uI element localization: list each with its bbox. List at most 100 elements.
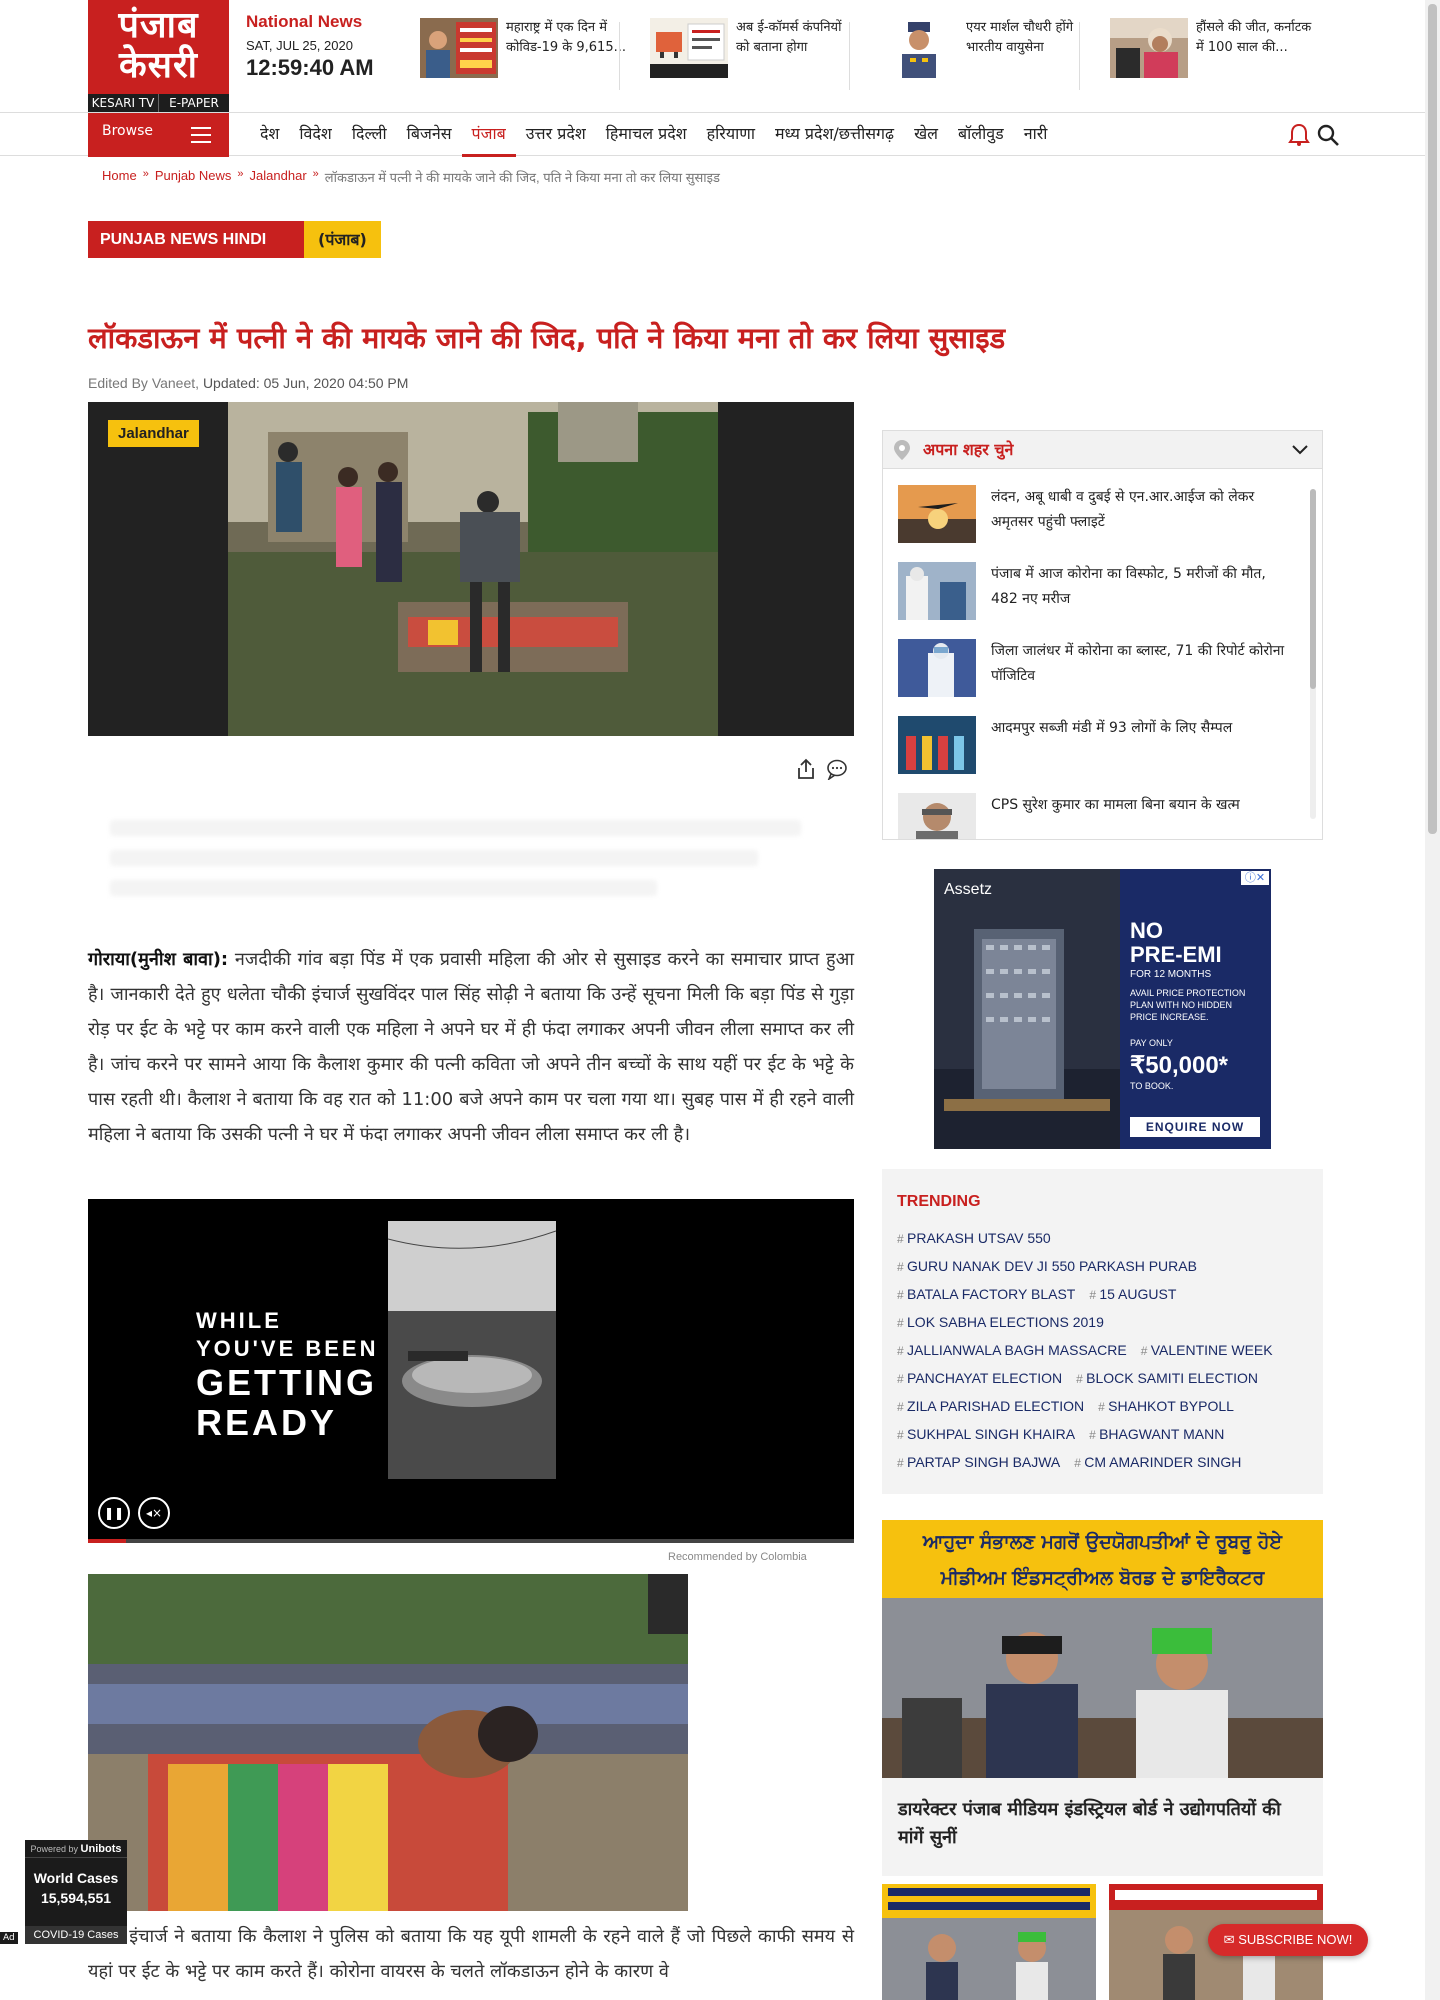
nav-item-punjab[interactable]: पंजाब	[461, 113, 516, 157]
top-story-2[interactable]: अब ई-कॉमर्स कंपनियों को बताना होगा	[650, 18, 856, 90]
search-icon[interactable]	[1316, 123, 1340, 147]
top-story-text: एयर मार्शल चौधरी होंगे भारतीय वायुसेना	[966, 20, 1074, 55]
news-title: CPS सुरेश कुमार का मामला बिना बयान के खत…	[991, 797, 1240, 813]
notification-bell-icon[interactable]	[1288, 123, 1310, 147]
news-thumbnail	[898, 485, 976, 543]
site-logo[interactable]: पंजाब केसरी KESARI TV E-PAPER	[88, 0, 229, 112]
trending-tag[interactable]: SHAHKOT BYPOLL	[1098, 1393, 1234, 1421]
nav-item-madhya-pradesh[interactable]: मध्य प्रदेश/छत्तीसगढ़	[765, 113, 904, 157]
subscribe-button[interactable]: ✉ SUBSCRIBE NOW!	[1208, 1924, 1368, 1956]
city-list-scrollbar[interactable]	[1310, 489, 1316, 819]
breadcrumb-home[interactable]: Home	[102, 168, 137, 186]
browse-menu-button[interactable]: Browse	[88, 113, 229, 157]
trending-tag[interactable]: CM AMARINDER SINGH	[1074, 1449, 1241, 1477]
list-item[interactable]: आदमपुर सब्जी मंडी में 93 लोगों के लिए सै…	[898, 716, 1298, 792]
video-card-caption: डायरेक्टर पंजाब मीडियम इंडस्ट्रियल बोर्ड…	[898, 1799, 1281, 1848]
nav-item-khel[interactable]: खेल	[904, 113, 948, 157]
trending-tag[interactable]: GURU NANAK DEV JI 550 PARKASH PURAB	[897, 1253, 1197, 1281]
nav-item-videsh[interactable]: विदेश	[289, 113, 341, 157]
edited-by: Edited By Vaneet,	[88, 375, 200, 391]
trending-tag[interactable]: BHAGWANT MANN	[1089, 1421, 1224, 1449]
news-title: आदमपुर सब्जी मंडी में 93 लोगों के लिए सै…	[991, 720, 1233, 736]
banner-line-2: ਮੀਡੀਅਮ ਇੰਡਸਟ੍ਰੀਅਲ ਬੋਰਡ ਦੇ ਡਾਇਰੈਕਟਰ	[940, 1567, 1265, 1589]
top-story-text: महाराष्ट्र में एक दिन में कोविड-19 के 9,…	[506, 20, 626, 55]
nav-icons	[1288, 123, 1340, 147]
banner-line-1: ਆਹੁਦਾ ਸੰਭਾਲਣ ਮਗਰੋਂ ਉਦਯੋਗਪਤੀਆਂ ਦੇ ਰੂਬਰੂ ਹ…	[922, 1531, 1283, 1553]
ad-enquire-button[interactable]: ENQUIRE NOW	[1130, 1117, 1260, 1137]
sidebar-video-card[interactable]: ਆਹੁਦਾ ਸੰਭਾਲਣ ਮਗਰੋਂ ਉਦਯੋਗਪਤੀਆਂ ਦੇ ਰੂਬਰੂ ਹ…	[882, 1520, 1323, 1876]
top-story-4[interactable]: हौंसले की जीत, कर्नाटक में 100 साल की...	[1110, 18, 1316, 90]
nav-item-delhi[interactable]: दिल्ली	[342, 113, 397, 157]
top-story-text: हौंसले की जीत, कर्नाटक में 100 साल की...	[1196, 20, 1312, 55]
breadcrumb-city[interactable]: Jalandhar	[250, 168, 307, 186]
trending-tag[interactable]: SUKHPAL SINGH KHAIRA	[897, 1421, 1075, 1449]
trending-tag[interactable]: BLOCK SAMITI ELECTION	[1076, 1365, 1258, 1393]
nav-item-business[interactable]: बिजनेस	[397, 113, 462, 157]
national-news-title[interactable]: National News	[246, 12, 396, 32]
trending-tag[interactable]: VALENTINE WEEK	[1141, 1337, 1273, 1365]
video-card-photo	[882, 1598, 1323, 1778]
nav-item-nari[interactable]: नारी	[1014, 113, 1058, 157]
ad-brand: Assetz	[944, 881, 993, 898]
article-paragraph-2: चौकी इंचार्ज ने बताया कि कैलाश ने पुलिस …	[88, 1926, 854, 1982]
list-item[interactable]: जिला जालंधर में कोरोना का ब्लास्ट, 71 की…	[898, 639, 1298, 715]
nav-item-himachal[interactable]: हिमाचल प्रदेश	[596, 113, 697, 157]
ad-close-icon[interactable]: ⓘ✕	[1241, 871, 1269, 885]
nav-item-desh[interactable]: देश	[250, 113, 289, 157]
article-headline: लॉकडाऊन में पत्नी ने की मायके जाने की जि…	[88, 321, 1006, 355]
main-navbar: Browse देश विदेश दिल्ली बिजनेस पंजाब उत्…	[0, 112, 1425, 157]
list-item[interactable]: पंजाब में आज कोरोना का विस्फोट, 5 मरीजों…	[898, 562, 1298, 638]
ad-price: ₹50,000*	[1130, 1052, 1229, 1079]
chevron-right-icon: »	[142, 168, 149, 180]
covid-widget[interactable]: Powered by Unibots World Cases 15,594,55…	[25, 1840, 127, 1944]
logo-line-2: केसरी	[118, 45, 199, 86]
news-thumbnail	[898, 793, 976, 839]
epaper-link[interactable]: E-PAPER	[159, 94, 229, 112]
breadcrumb: Home » Punjab News » Jalandhar » लॉकडाऊन…	[102, 168, 720, 186]
trending-tag[interactable]: ZILA PARISHAD ELECTION	[897, 1393, 1084, 1421]
city-select-dropdown[interactable]: अपना शहर चुने	[883, 431, 1322, 469]
trending-tag[interactable]: PARTAP SINGH BAJWA	[897, 1449, 1060, 1477]
trending-tag[interactable]: BATALA FACTORY BLAST	[897, 1281, 1075, 1309]
list-item[interactable]: CPS सुरेश कुमार का मामला बिना बयान के खत…	[898, 793, 1298, 839]
top-story-thumbnail	[420, 18, 498, 78]
trending-tag[interactable]: PRAKASH UTSAV 550	[897, 1225, 1051, 1253]
nav-item-bollywood[interactable]: बॉलीवुड	[948, 113, 1014, 157]
list-item[interactable]: लंदन, अबू धाबी व दुबई से एन.आर.आईज को ले…	[898, 485, 1298, 561]
category-english[interactable]: PUNJAB NEWS HINDI	[88, 221, 304, 258]
top-story-text: अब ई-कॉमर्स कंपनियों को बताना होगा	[736, 20, 842, 55]
top-story-1[interactable]: महाराष्ट्र में एक दिन में कोविड-19 के 9,…	[420, 18, 626, 90]
comment-icon[interactable]	[826, 758, 848, 780]
mini-video-card-1[interactable]	[882, 1884, 1096, 2000]
top-header: पंजाब केसरी KESARI TV E-PAPER National N…	[0, 0, 1425, 112]
video-player[interactable]: WHILE YOU'VE BEEN GETTING READY ❚❚ ◂×	[88, 1199, 854, 1543]
breadcrumb-punjab[interactable]: Punjab News	[155, 168, 232, 186]
sidebar-advertisement[interactable]: Assetz NO PRE-EMI FOR 12 MONTHS AVAIL PR…	[934, 869, 1271, 1149]
unibots-brand: Unibots	[80, 1843, 122, 1855]
top-story-thumbnail	[650, 18, 728, 78]
nav-item-haryana[interactable]: हरियाणा	[697, 113, 765, 157]
mail-icon: ✉	[1223, 1932, 1235, 1947]
city-select-label: अपना शहर चुने	[923, 440, 1014, 459]
logo-text: पंजाब केसरी	[88, 0, 229, 86]
page-scrollbar[interactable]	[1425, 0, 1440, 2000]
share-icon[interactable]	[796, 758, 816, 780]
location-pin-icon	[894, 440, 910, 460]
trending-tag[interactable]: JALLIANWALA BAGH MASSACRE	[897, 1337, 1127, 1365]
trending-tag[interactable]: PANCHAYAT ELECTION	[897, 1365, 1062, 1393]
nav-item-uttar-pradesh[interactable]: उत्तर प्रदेश	[516, 113, 596, 157]
ad-line-1: NO	[1130, 918, 1163, 943]
trending-tag[interactable]: 15 AUGUST	[1089, 1281, 1176, 1309]
pause-icon[interactable]: ❚❚	[98, 1497, 130, 1529]
top-story-3[interactable]: एयर मार्शल चौधरी होंगे भारतीय वायुसेना	[880, 18, 1086, 90]
category-hindi[interactable]: (पंजाब)	[304, 221, 381, 258]
video-progress[interactable]	[88, 1539, 854, 1543]
video-frame	[388, 1221, 556, 1479]
trending-tag[interactable]: LOK SABHA ELECTIONS 2019	[897, 1309, 1104, 1337]
share-row	[796, 758, 848, 780]
recommended-by[interactable]: Recommended by Colombia	[668, 1551, 807, 1563]
news-thumbnail	[898, 716, 976, 774]
mute-icon[interactable]: ◂×	[138, 1497, 170, 1529]
city-tag[interactable]: Jalandhar	[108, 420, 199, 447]
kesari-tv-link[interactable]: KESARI TV	[88, 94, 159, 112]
